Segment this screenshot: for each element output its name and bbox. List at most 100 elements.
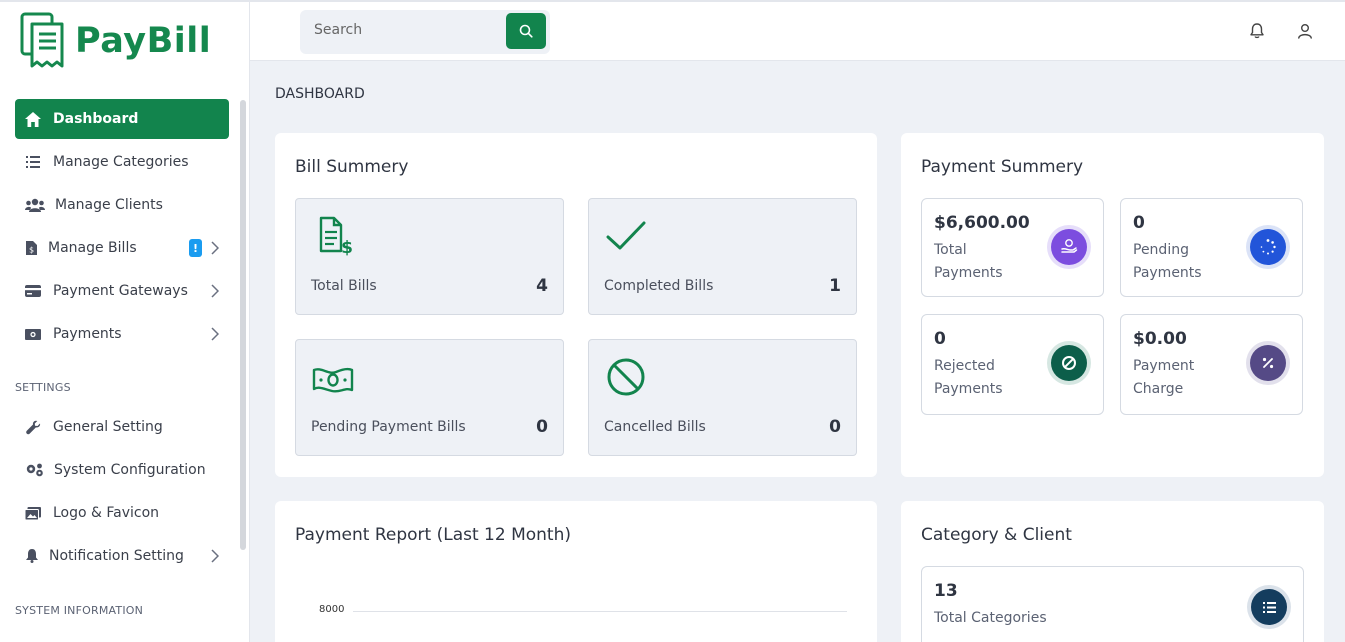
bill-summary-title: Bill Summery bbox=[295, 157, 409, 177]
sidebar-item-label: Payment Gateways bbox=[53, 283, 188, 299]
tile-label: Completed Bills bbox=[604, 278, 714, 294]
image-icon bbox=[25, 505, 41, 521]
tile-label: Rejected Payments bbox=[934, 358, 1003, 397]
total-payments-tile[interactable]: $6,600.00 Total Payments bbox=[921, 198, 1104, 297]
ban-icon bbox=[607, 358, 645, 396]
sidebar-item-general-setting[interactable]: General Setting bbox=[15, 407, 229, 447]
pending-payment-bills-tile[interactable]: Pending Payment Bills 0 bbox=[295, 339, 564, 456]
tile-value: 4 bbox=[536, 276, 548, 296]
payment-charge-tile[interactable]: $0.00 Payment Charge bbox=[1120, 314, 1303, 415]
invoice-dollar-icon: $ bbox=[319, 216, 353, 257]
sidebar-item-label: General Setting bbox=[53, 419, 163, 435]
check-icon bbox=[606, 221, 646, 250]
search-icon bbox=[519, 24, 533, 38]
sidebar-item-label: Manage Bills bbox=[48, 240, 137, 256]
tile-value: 13 bbox=[934, 581, 958, 601]
percent-icon bbox=[1262, 357, 1274, 369]
category-client-title: Category & Client bbox=[921, 525, 1072, 545]
page-title: DASHBOARD bbox=[275, 86, 365, 102]
sidebar-item-manage-categories[interactable]: Manage Categories bbox=[15, 142, 229, 182]
sidebar-item-logo-favicon[interactable]: Logo & Favicon bbox=[15, 493, 229, 533]
logo[interactable]: PayBill bbox=[20, 12, 211, 70]
y-axis-tick-label: 8000 bbox=[319, 604, 345, 615]
hand-coin-icon bbox=[1061, 239, 1078, 253]
search-box bbox=[300, 10, 550, 54]
sidebar-item-label: System Configuration bbox=[54, 462, 206, 478]
users-icon bbox=[25, 197, 45, 213]
sidebar-item-dashboard[interactable]: Dashboard bbox=[15, 99, 229, 139]
pending-payments-tile[interactable]: 0 Pending Payments bbox=[1120, 198, 1303, 297]
chart-gridline bbox=[353, 611, 847, 612]
completed-bills-tile[interactable]: Completed Bills 1 bbox=[588, 198, 857, 315]
sidebar-item-system-configuration[interactable]: System Configuration bbox=[15, 450, 229, 490]
notification-bell-icon[interactable] bbox=[1248, 22, 1266, 40]
list-icon bbox=[1262, 601, 1276, 613]
search-button[interactable] bbox=[506, 13, 546, 49]
total-bills-tile[interactable]: $ Total Bills 4 bbox=[295, 198, 564, 315]
system-information-section-label: SYSTEM INFORMATION bbox=[15, 604, 144, 617]
list-icon bbox=[25, 154, 41, 170]
sidebar-item-label: Payments bbox=[53, 326, 122, 342]
icon-circle bbox=[1246, 341, 1290, 385]
chevron-right-icon bbox=[211, 284, 219, 298]
icon-circle bbox=[1047, 341, 1091, 385]
rejected-payments-tile[interactable]: 0 Rejected Payments bbox=[921, 314, 1104, 415]
sidebar-item-label: Dashboard bbox=[53, 111, 139, 127]
payment-report-card: Payment Report (Last 12 Month) 8000 bbox=[275, 501, 877, 642]
sidebar-item-label: Logo & Favicon bbox=[53, 505, 160, 521]
cogs-icon bbox=[25, 462, 44, 478]
ban-icon bbox=[1062, 356, 1076, 370]
icon-circle bbox=[1047, 225, 1091, 269]
chevron-right-icon bbox=[211, 327, 219, 341]
sidebar-item-payment-gateways[interactable]: Payment Gateways bbox=[15, 271, 229, 311]
tile-value: $0.00 bbox=[1133, 329, 1187, 349]
alert-badge: ! bbox=[189, 239, 202, 257]
svg-text:$: $ bbox=[28, 246, 33, 255]
tile-label: Cancelled Bills bbox=[604, 419, 706, 435]
payment-summary-title: Payment Summery bbox=[921, 157, 1084, 177]
sidebar-item-label: Manage Clients bbox=[55, 197, 163, 213]
tile-label: Total Payments bbox=[934, 242, 1003, 281]
bell-icon bbox=[25, 548, 38, 564]
file-dollar-icon: $ bbox=[25, 240, 37, 256]
user-profile-icon[interactable] bbox=[1296, 22, 1314, 40]
banknote-icon bbox=[312, 367, 354, 393]
wrench-icon bbox=[25, 419, 41, 435]
sidebar-nav: Dashboard Manage Categories Manage Clien… bbox=[15, 99, 229, 357]
settings-section-label: SETTINGS bbox=[15, 381, 71, 394]
tile-value: 0 bbox=[536, 417, 548, 437]
chevron-right-icon bbox=[211, 241, 219, 255]
total-categories-tile[interactable]: 13 Total Categories bbox=[921, 566, 1304, 642]
cancelled-bills-tile[interactable]: Cancelled Bills 0 bbox=[588, 339, 857, 456]
sidebar-scrollbar[interactable] bbox=[240, 100, 246, 550]
payment-report-title: Payment Report (Last 12 Month) bbox=[295, 525, 571, 545]
sidebar-item-manage-bills[interactable]: $ Manage Bills ! bbox=[15, 228, 229, 268]
tile-value: 0 bbox=[829, 417, 841, 437]
search-input[interactable] bbox=[314, 22, 494, 38]
tile-value: $6,600.00 bbox=[934, 213, 1030, 233]
tile-value: 0 bbox=[934, 329, 946, 349]
receipt-logo-icon bbox=[20, 12, 64, 68]
sidebar-item-payments[interactable]: Payments bbox=[15, 314, 229, 354]
tile-value: 0 bbox=[1133, 213, 1145, 233]
tile-label: Pending Payments bbox=[1133, 242, 1202, 281]
tile-label: Payment Charge bbox=[1133, 358, 1195, 397]
brand-name: PayBill bbox=[75, 21, 212, 61]
sidebar-item-notification-setting[interactable]: Notification Setting bbox=[15, 536, 229, 576]
topbar bbox=[250, 0, 1345, 61]
payment-summary-card: Payment Summery $6,600.00 Total Payments … bbox=[901, 133, 1324, 477]
icon-circle bbox=[1247, 585, 1291, 629]
icon-circle bbox=[1246, 225, 1290, 269]
tile-label: Total Bills bbox=[311, 278, 377, 294]
sidebar-item-manage-clients[interactable]: Manage Clients bbox=[15, 185, 229, 225]
bill-summary-card: Bill Summery $ Total Bills 4 Completed B… bbox=[275, 133, 877, 477]
tile-value: 1 bbox=[829, 276, 841, 296]
credit-card-icon bbox=[25, 283, 41, 299]
sidebar-item-label: Notification Setting bbox=[49, 548, 184, 564]
settings-nav: General Setting System Configuration Log… bbox=[15, 407, 229, 579]
sidebar: PayBill Dashboard Manage Categories Mana… bbox=[0, 0, 250, 642]
category-client-card: Category & Client 13 Total Categories bbox=[901, 501, 1324, 642]
money-icon bbox=[25, 326, 41, 342]
tile-label: Pending Payment Bills bbox=[311, 419, 466, 435]
svg-text:$: $ bbox=[341, 238, 353, 257]
